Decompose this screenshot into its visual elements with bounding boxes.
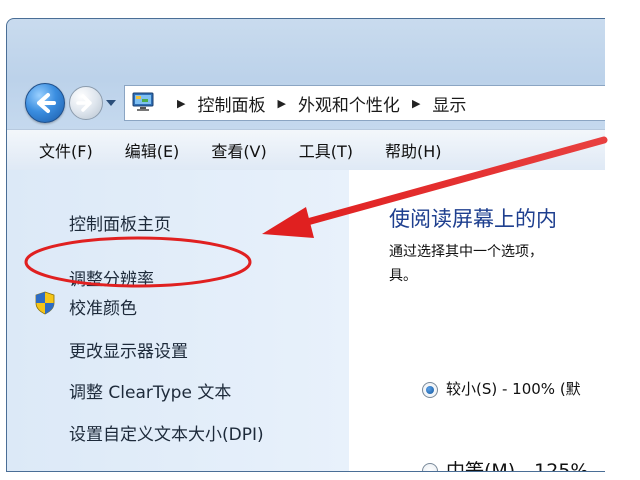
breadcrumb-separator-icon[interactable]: ▶ [177, 97, 185, 110]
arrow-right-icon [76, 94, 92, 112]
sidebar-item-custom-dpi[interactable]: 设置自定义文本大小(DPI) [69, 420, 264, 445]
breadcrumb-appearance[interactable]: 外观和个性化 [298, 91, 400, 116]
breadcrumb-control-panel[interactable]: 控制面板 [197, 91, 265, 116]
breadcrumb-separator-icon[interactable]: ▶ [412, 97, 420, 110]
size-medium-label[interactable]: 中等(M) - 125% [446, 456, 588, 471]
size-smaller-radio[interactable] [422, 382, 438, 398]
sidebar-item-calibrate-color[interactable]: 校准颜色 [69, 294, 137, 319]
main-content: 使阅读屏幕上的内 通过选择其中一个选项， 具。 较小(S) - 100% (默 … [349, 170, 605, 471]
back-button[interactable] [25, 83, 65, 123]
sidebar-item-control-panel-home[interactable]: 控制面板主页 [69, 210, 171, 235]
menu-tools[interactable]: 工具(T) [297, 136, 355, 164]
navigation-row: ▶ 控制面板 ▶ 外观和个性化 ▶ 显示 [7, 79, 605, 129]
page-description: 通过选择其中一个选项， 具。 [389, 244, 543, 284]
size-medium-radio[interactable] [422, 463, 438, 471]
breadcrumb-display[interactable]: 显示 [432, 91, 466, 116]
shield-icon [35, 291, 55, 315]
control-panel-icon [132, 92, 154, 111]
page-heading: 使阅读屏幕上的内 [389, 207, 557, 231]
sidebar-item-adjust-cleartype[interactable]: 调整 ClearType 文本 [69, 378, 231, 403]
menu-view[interactable]: 查看(V) [209, 136, 268, 164]
control-panel-window: ▶ 控制面板 ▶ 外观和个性化 ▶ 显示 文件(F) 编辑(E) 查看(V) 工… [6, 18, 605, 472]
breadcrumb-separator-icon[interactable]: ▶ [277, 97, 285, 110]
size-smaller-label[interactable]: 较小(S) - 100% (默 [446, 378, 581, 399]
sidebar-item-change-display-settings[interactable]: 更改显示器设置 [69, 337, 188, 362]
menu-help[interactable]: 帮助(H) [383, 136, 444, 164]
recent-pages-dropdown[interactable] [104, 96, 118, 110]
breadcrumb: ▶ 控制面板 ▶ 外观和个性化 ▶ 显示 [165, 86, 466, 120]
menu-bar: 文件(F) 编辑(E) 查看(V) 工具(T) 帮助(H) [7, 129, 605, 171]
sidebar-item-adjust-resolution[interactable]: 调整分辨率 [69, 265, 154, 290]
title-bar [7, 19, 605, 79]
menu-file[interactable]: 文件(F) [37, 136, 95, 164]
arrow-left-icon [37, 93, 56, 113]
menu-edit[interactable]: 编辑(E) [123, 136, 182, 164]
address-bar[interactable]: ▶ 控制面板 ▶ 外观和个性化 ▶ 显示 [124, 85, 605, 121]
sidebar: 控制面板主页 调整分辨率 校准颜色 更改显示器设置 调整 ClearType 文… [7, 170, 349, 471]
forward-button[interactable] [69, 86, 103, 120]
